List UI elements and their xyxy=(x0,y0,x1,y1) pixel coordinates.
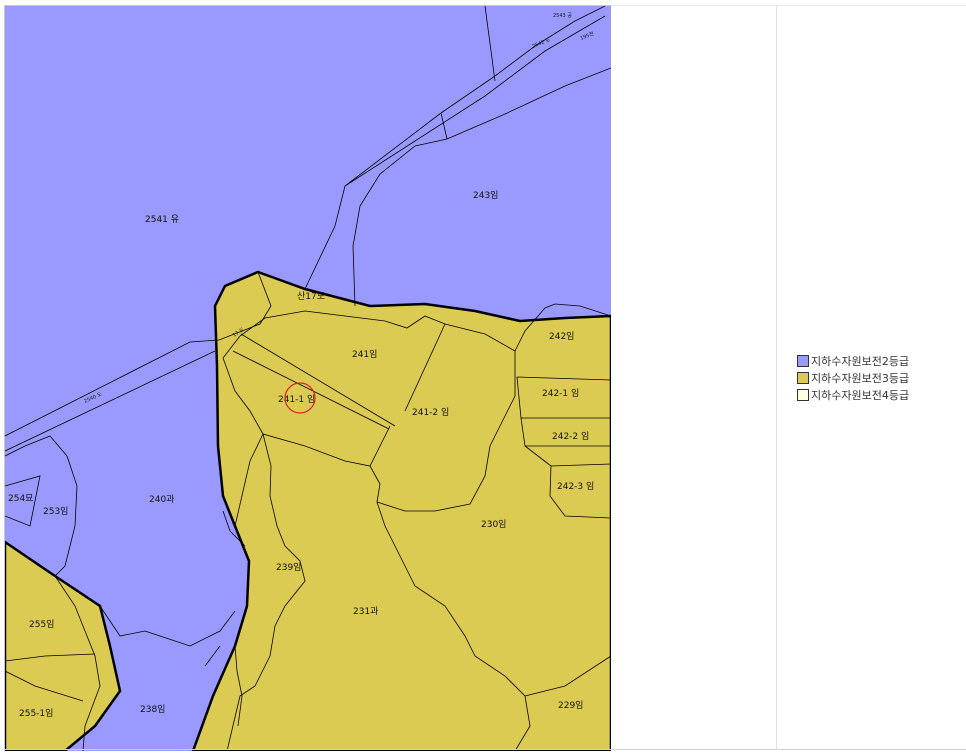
parcel-label-239: 239임 xyxy=(276,561,301,573)
parcel-label-242: 242임 xyxy=(549,330,574,342)
parcel-label-243: 243임 xyxy=(473,189,498,201)
zone-grade3-main[interactable] xyxy=(191,270,611,751)
parcel-label-242-2: 242-2 임 xyxy=(552,430,589,442)
parcel-label-255: 255임 xyxy=(29,618,54,630)
road-label-2543: 2543 공 xyxy=(553,13,572,19)
bottom-rule xyxy=(4,749,966,750)
parcel-label-241: 241임 xyxy=(352,348,377,360)
parcel-label-2541: 2541 유 xyxy=(145,214,179,225)
parcel-label-254: 254묘 xyxy=(8,494,33,504)
legend-label: 지하수자원보전2등급 xyxy=(811,354,910,368)
legend-swatch-grade3 xyxy=(797,371,809,384)
legend-item-grade4: 지하수자원보전4등급 xyxy=(797,386,909,403)
panel-top-rule xyxy=(610,5,966,6)
map-canvas[interactable]: 2543 공 2542 도 195천 17 도 2540 도 2541 유 24… xyxy=(4,5,611,751)
legend-label: 지하수자원보전4등급 xyxy=(811,388,910,402)
parcel-label-242-3: 242-3 임 xyxy=(557,480,594,492)
legend-item-grade3: 지하수자원보전3등급 xyxy=(797,369,909,386)
parcel-label-238: 238임 xyxy=(140,703,165,715)
parcel-label-san17: 산17도 xyxy=(297,291,325,302)
map-legend: 지하수자원보전2등급 지하수자원보전3등급 지하수자원보전4등급 xyxy=(797,352,909,403)
parcel-label-255-1: 255-1임 xyxy=(19,707,53,719)
parcel-label-240: 240과 xyxy=(149,494,174,505)
parcel-label-231: 231과 xyxy=(353,606,378,617)
panel-divider xyxy=(776,5,777,750)
legend-swatch-grade4 xyxy=(797,388,809,401)
parcel-label-230: 230임 xyxy=(481,518,506,530)
parcel-label-242-1: 242-1 임 xyxy=(542,387,579,399)
legend-swatch-grade2 xyxy=(797,354,809,367)
parcel-label-241-2: 241-2 임 xyxy=(412,406,449,418)
parcel-label-229: 229임 xyxy=(558,699,583,711)
parcel-label-241-1: 241-1 임 xyxy=(278,393,315,405)
parcel-label-253: 253임 xyxy=(43,505,68,517)
legend-item-grade2: 지하수자원보전2등급 xyxy=(797,352,909,369)
legend-label: 지하수자원보전3등급 xyxy=(811,371,910,385)
